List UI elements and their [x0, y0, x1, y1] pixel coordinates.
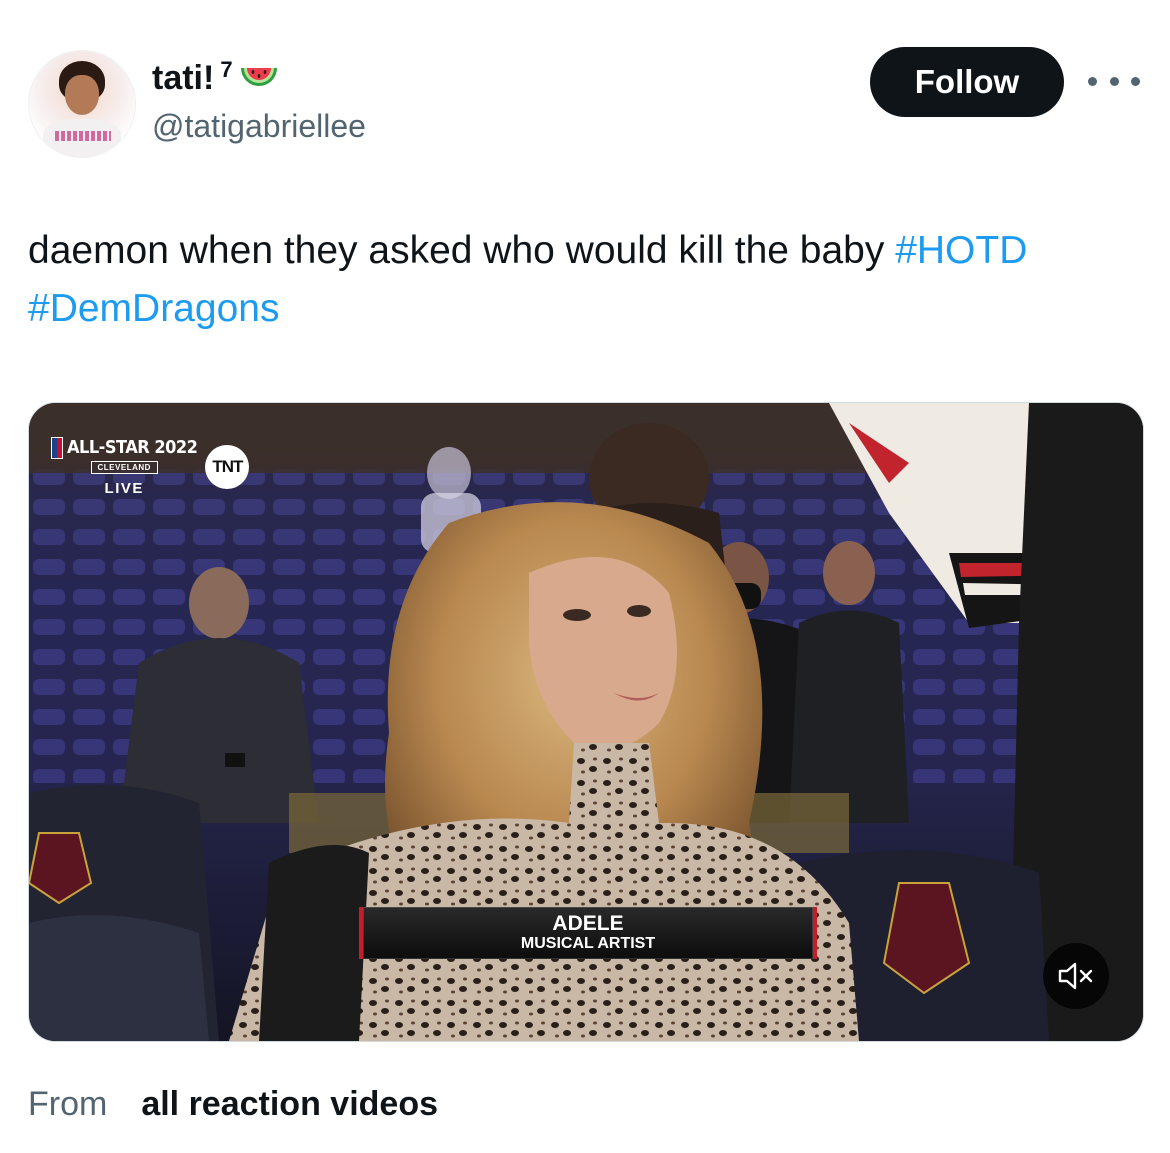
tweet-body: daemon when they asked who would kill th… [28, 229, 896, 272]
hashtag-demdragons[interactable]: #DemDragons [28, 287, 279, 330]
allstar-block: ALL-STAR 2022 CLEVELAND LIVE [51, 437, 198, 497]
city-tag: CLEVELAND [90, 461, 158, 474]
hashtag-hotd[interactable]: #HOTD [895, 229, 1027, 272]
avatar[interactable] [28, 50, 136, 158]
lower-third-name: ADELE [552, 912, 624, 935]
source-prefix: From [28, 1085, 108, 1123]
follow-button[interactable]: Follow [870, 47, 1064, 117]
live-label: LIVE [104, 480, 144, 497]
lower-third-role: MUSICAL ARTIST [520, 935, 656, 952]
speaker-muted-icon[interactable] [1043, 943, 1109, 1009]
lower-third: ADELE MUSICAL ARTIST [359, 907, 817, 959]
more-dot [1088, 76, 1097, 86]
source-line: From all reaction videos [28, 1082, 438, 1126]
tnt-logo: TNT [205, 445, 250, 489]
display-name-superscript: 7 [220, 57, 233, 82]
avatar-face [65, 75, 99, 115]
more-dot [1131, 76, 1140, 86]
more-dot [1109, 76, 1119, 86]
video-player[interactable]: ALL-STAR 2022 CLEVELAND LIVE TNT ADELE M… [28, 402, 1144, 1042]
source-link[interactable]: all reaction videos [141, 1082, 438, 1126]
display-name-text: tati! [152, 59, 215, 97]
display-name[interactable]: tati! 7 [152, 57, 279, 98]
avatar-shirt-print [55, 131, 111, 141]
handle[interactable]: @tatigabriellee [152, 106, 366, 146]
more-icon[interactable] [1088, 66, 1140, 96]
broadcast-logo: ALL-STAR 2022 CLEVELAND LIVE TNT [51, 437, 250, 497]
event-title: ALL-STAR 2022 [51, 437, 198, 459]
event-title-text: ALL-STAR 2022 [67, 437, 198, 458]
watermelon-icon [239, 60, 279, 96]
nba-logo-icon [51, 437, 63, 459]
tweet-text: daemon when they asked who would kill th… [28, 222, 1148, 338]
